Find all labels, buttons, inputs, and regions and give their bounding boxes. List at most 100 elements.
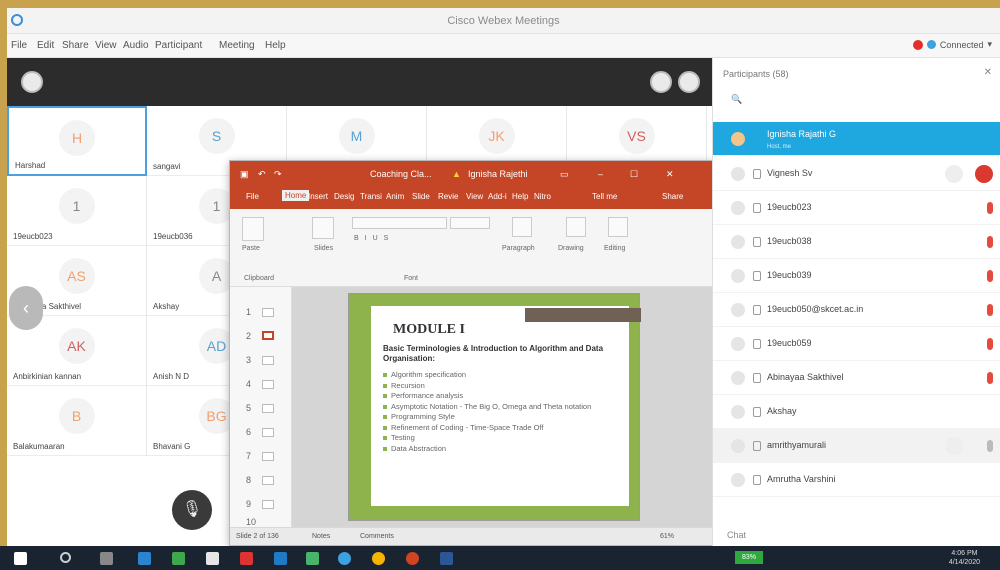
powerpoint-icon[interactable] xyxy=(406,552,419,565)
tab-file[interactable]: File xyxy=(246,192,259,201)
slide-thumbnail[interactable] xyxy=(262,500,274,509)
mic-muted-icon[interactable] xyxy=(987,202,993,214)
video-tile[interactable]: H Harshad xyxy=(7,106,147,176)
participant-row[interactable]: Amrutha Varshini xyxy=(713,463,1000,497)
edge-icon[interactable] xyxy=(138,552,151,565)
close-icon[interactable]: ✕ xyxy=(666,169,674,180)
layout-icon[interactable] xyxy=(650,71,672,93)
chrome-icon[interactable] xyxy=(372,552,385,565)
search-icon[interactable]: 🔍 xyxy=(731,94,742,105)
fullscreen-icon[interactable] xyxy=(678,71,700,93)
new-slide-icon[interactable] xyxy=(312,217,334,239)
menu-help[interactable]: Help xyxy=(265,40,286,51)
share-button[interactable]: Share xyxy=(662,192,683,201)
slide-thumbnail[interactable] xyxy=(262,380,274,389)
word-icon[interactable] xyxy=(440,552,453,565)
font-name-select[interactable] xyxy=(352,217,447,229)
tab-insert[interactable]: Insert xyxy=(308,192,328,201)
mic-muted-icon[interactable] xyxy=(987,372,993,384)
ribbon-display-icon[interactable]: ▭ xyxy=(560,169,569,180)
file-explorer-icon[interactable] xyxy=(206,552,219,565)
video-tile[interactable]: 1 19eucb023 xyxy=(7,176,147,246)
tab-home[interactable]: Home xyxy=(282,190,310,201)
participant-row[interactable]: 19eucb039 xyxy=(713,259,1000,293)
comments-button[interactable]: Comments xyxy=(360,533,394,540)
chat-icon[interactable] xyxy=(945,165,963,183)
participant-row[interactable]: Ignisha Rajathi G Host, me xyxy=(713,122,1000,156)
tab-addins[interactable]: Add-i xyxy=(488,192,507,201)
close-icon[interactable]: ✕ xyxy=(984,67,992,78)
participant-row[interactable]: Vignesh Sv xyxy=(713,157,1000,191)
tab-nitro[interactable]: Nitro xyxy=(534,192,551,201)
app-icon[interactable] xyxy=(306,552,319,565)
mcafee-icon[interactable] xyxy=(240,552,253,565)
ppt-user-name[interactable]: Ignisha Rajethi xyxy=(468,169,528,179)
stage-menu-icon[interactable] xyxy=(21,71,43,93)
participant-row[interactable]: 19eucb059 xyxy=(713,327,1000,361)
menu-audio[interactable]: Audio xyxy=(123,40,149,51)
task-view-icon[interactable] xyxy=(100,552,113,565)
mail-icon[interactable] xyxy=(274,552,287,565)
video-tile[interactable]: B Balakumaaran xyxy=(7,386,147,456)
drawing-icon[interactable] xyxy=(566,217,586,237)
mic-muted-icon[interactable] xyxy=(987,270,993,282)
mute-button[interactable]: 🎙 xyxy=(172,490,212,530)
tab-review[interactable]: Revie xyxy=(438,192,458,201)
undo-icon[interactable]: ↶ xyxy=(258,169,266,180)
save-icon[interactable]: ▣ xyxy=(240,169,249,180)
participants-header[interactable]: Participants (58) xyxy=(723,69,789,79)
system-clock[interactable]: 4:06 PM 4/14/2020 xyxy=(949,549,980,567)
previous-page-button[interactable]: ‹ xyxy=(9,286,43,330)
mic-muted-icon[interactable] xyxy=(987,236,993,248)
tab-view[interactable]: View xyxy=(466,192,483,201)
zoom-level[interactable]: 61% xyxy=(660,533,674,540)
notes-button[interactable]: Notes xyxy=(312,533,330,540)
start-icon[interactable] xyxy=(14,552,27,565)
redo-icon[interactable]: ↷ xyxy=(274,169,282,180)
mic-icon[interactable] xyxy=(987,440,993,452)
chat-icon[interactable] xyxy=(945,437,963,455)
tab-design[interactable]: Desig xyxy=(334,192,354,201)
menu-meeting[interactable]: Meeting xyxy=(219,40,255,51)
webex-icon[interactable] xyxy=(338,552,351,565)
minimize-icon[interactable]: – xyxy=(598,169,603,179)
tab-slideshow[interactable]: Slide xyxy=(412,192,430,201)
slide-thumbnail-current[interactable] xyxy=(262,331,274,340)
chat-tab[interactable]: Chat xyxy=(727,530,746,540)
slide-thumbnail[interactable] xyxy=(262,452,274,461)
store-icon[interactable] xyxy=(172,552,185,565)
paste-icon[interactable] xyxy=(242,217,264,241)
participant-row[interactable]: Abinayaa Sakthivel xyxy=(713,361,1000,395)
tab-animations[interactable]: Anim xyxy=(386,192,404,201)
slide-thumbnail[interactable] xyxy=(262,356,274,365)
battery-indicator[interactable]: 83% xyxy=(735,551,763,564)
mic-muted-icon[interactable] xyxy=(975,165,993,183)
slide-thumbnail[interactable] xyxy=(262,476,274,485)
editing-icon[interactable] xyxy=(608,217,628,237)
paragraph-icon[interactable] xyxy=(512,217,532,237)
slide-thumbnail[interactable] xyxy=(262,308,274,317)
tab-tell-me[interactable]: Tell me xyxy=(592,192,617,201)
mic-muted-icon[interactable] xyxy=(987,338,993,350)
tab-transitions[interactable]: Transi xyxy=(360,192,382,201)
maximize-icon[interactable]: ☐ xyxy=(630,169,638,180)
search-icon[interactable] xyxy=(60,552,71,563)
menu-share[interactable]: Share xyxy=(62,40,89,51)
mic-muted-icon[interactable] xyxy=(987,304,993,316)
menu-file[interactable]: File xyxy=(11,40,27,51)
menu-participant[interactable]: Participant xyxy=(155,40,202,51)
menu-view[interactable]: View xyxy=(95,40,117,51)
slide-thumbnail[interactable] xyxy=(262,428,274,437)
participant-row[interactable]: 19eucb023 xyxy=(713,191,1000,225)
font-format-icons[interactable]: BIUS xyxy=(354,235,394,242)
participant-row[interactable]: 19eucb038 xyxy=(713,225,1000,259)
connection-status[interactable]: Connected ▾ xyxy=(912,39,992,50)
font-size-select[interactable] xyxy=(450,217,490,229)
participant-row[interactable]: Akshay xyxy=(713,395,1000,429)
participant-row[interactable]: 19eucb050@skcet.ac.in xyxy=(713,293,1000,327)
participant-row[interactable]: amrithyamurali xyxy=(713,429,1000,463)
slide[interactable]: MODULE I Basic Terminologies & Introduct… xyxy=(348,293,641,521)
slide-thumbnail[interactable] xyxy=(262,404,274,413)
menu-edit[interactable]: Edit xyxy=(37,40,54,51)
tab-help[interactable]: Help xyxy=(512,192,528,201)
